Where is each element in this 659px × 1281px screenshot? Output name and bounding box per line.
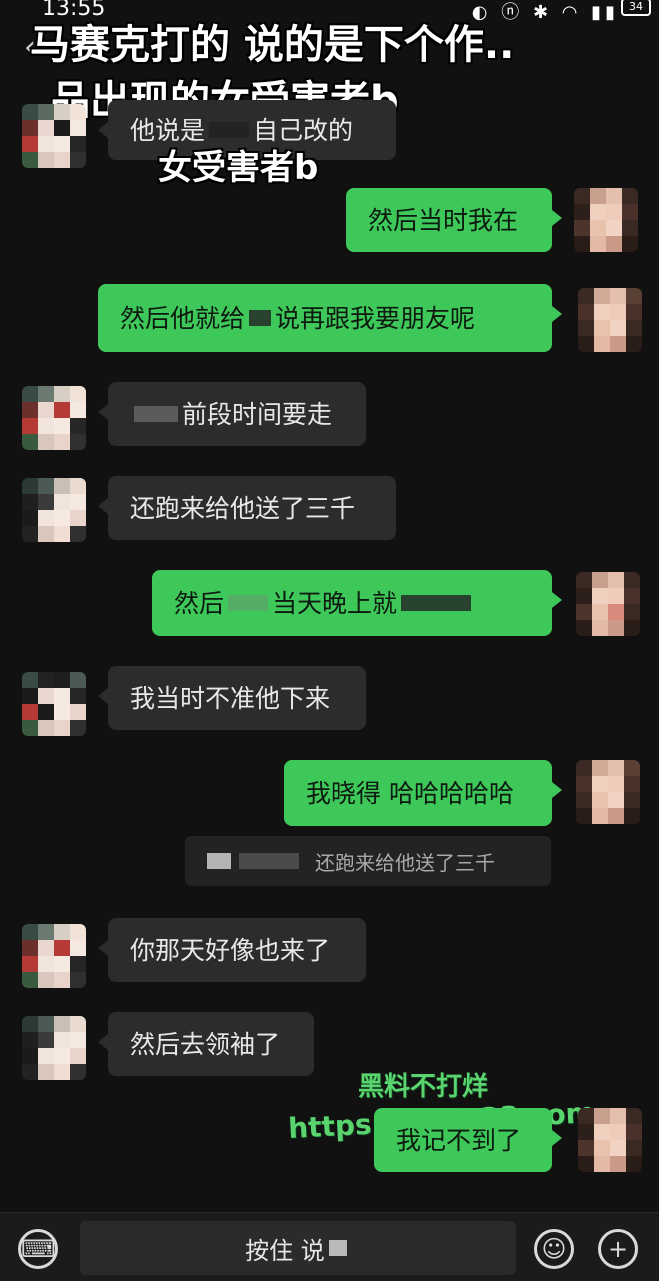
mosaic-blur bbox=[328, 1240, 347, 1256]
message-right-5[interactable]: 我记不到了 bbox=[374, 1108, 562, 1172]
avatar-contact[interactable] bbox=[22, 478, 86, 542]
avatar-self[interactable] bbox=[578, 1108, 642, 1172]
mosaic-blur bbox=[401, 595, 472, 611]
message-left-4[interactable]: 我当时不准他下来 bbox=[98, 666, 366, 730]
message-text: 我晓得 哈哈哈哈哈 bbox=[306, 778, 514, 808]
plus-icon[interactable]: + bbox=[598, 1229, 638, 1269]
message-text: 然后去领袖了 bbox=[130, 1029, 281, 1059]
mosaic-blur bbox=[239, 853, 299, 869]
input-bar: ⌨ 按住 说 ☺ + bbox=[0, 1212, 659, 1281]
message-text: 当天晚上就 bbox=[272, 588, 398, 618]
message-left-5[interactable]: 你那天好像也来了 bbox=[98, 918, 366, 982]
quoted-message[interactable]: 还跑来给他送了三千 bbox=[185, 836, 551, 886]
message-text: 前段时间要走 bbox=[182, 399, 333, 429]
message-text: 然后 bbox=[174, 588, 225, 618]
mosaic-blur bbox=[207, 853, 231, 869]
avatar-self[interactable] bbox=[578, 288, 642, 352]
message-text: 我记不到了 bbox=[396, 1125, 522, 1155]
mosaic-blur bbox=[249, 310, 272, 326]
hold-to-talk-button[interactable]: 按住 说 bbox=[80, 1221, 516, 1275]
mosaic-blur bbox=[134, 406, 178, 422]
avatar-self[interactable] bbox=[574, 188, 638, 252]
overlay-annotation: 女受害者b bbox=[158, 148, 319, 188]
hold-to-talk-label: 按住 说 bbox=[245, 1236, 325, 1265]
message-right-4[interactable]: 我晓得 哈哈哈哈哈 bbox=[284, 760, 562, 826]
message-text: 你那天好像也来了 bbox=[130, 935, 331, 965]
avatar-contact[interactable] bbox=[22, 924, 86, 988]
mosaic-blur bbox=[209, 122, 250, 138]
avatar-contact[interactable] bbox=[22, 104, 86, 168]
keyboard-icon[interactable]: ⌨ bbox=[18, 1229, 58, 1269]
avatar-contact[interactable] bbox=[22, 672, 86, 736]
message-left-2[interactable]: 前段时间要走 bbox=[98, 382, 366, 446]
message-right-2[interactable]: 然后他就给 说再跟我要朋友呢 bbox=[98, 284, 562, 352]
message-right-1[interactable]: 然后当时我在 bbox=[346, 188, 562, 252]
avatar-contact[interactable] bbox=[22, 386, 86, 450]
message-left-3[interactable]: 还跑来给他送了三千 bbox=[98, 476, 396, 540]
message-text: 然后他就给 bbox=[120, 303, 246, 333]
message-text: 说再跟我要朋友呢 bbox=[275, 303, 476, 333]
avatar-self[interactable] bbox=[576, 572, 640, 636]
message-right-3[interactable]: 然后 当天晚上就 bbox=[152, 570, 562, 636]
avatar-contact[interactable] bbox=[22, 1016, 86, 1080]
battery-icon: 34 bbox=[621, 0, 651, 16]
message-left-6[interactable]: 然后去领袖了 bbox=[98, 1012, 314, 1076]
mosaic-blur bbox=[228, 595, 269, 611]
emoji-icon[interactable]: ☺ bbox=[534, 1229, 574, 1269]
message-text: 然后当时我在 bbox=[368, 205, 519, 235]
message-text: 我当时不准他下来 bbox=[130, 683, 331, 713]
message-text: 自己改的 bbox=[253, 115, 354, 145]
message-text: 他说是 bbox=[130, 115, 206, 145]
quoted-text: 还跑来给他送了三千 bbox=[315, 850, 495, 875]
watermark-title: 黑料不打烊 bbox=[358, 1072, 489, 1102]
overlay-line-1: 马赛克打的 说的是下个作.. bbox=[30, 22, 515, 68]
message-text: 还跑来给他送了三千 bbox=[130, 493, 356, 523]
avatar-self[interactable] bbox=[576, 760, 640, 824]
